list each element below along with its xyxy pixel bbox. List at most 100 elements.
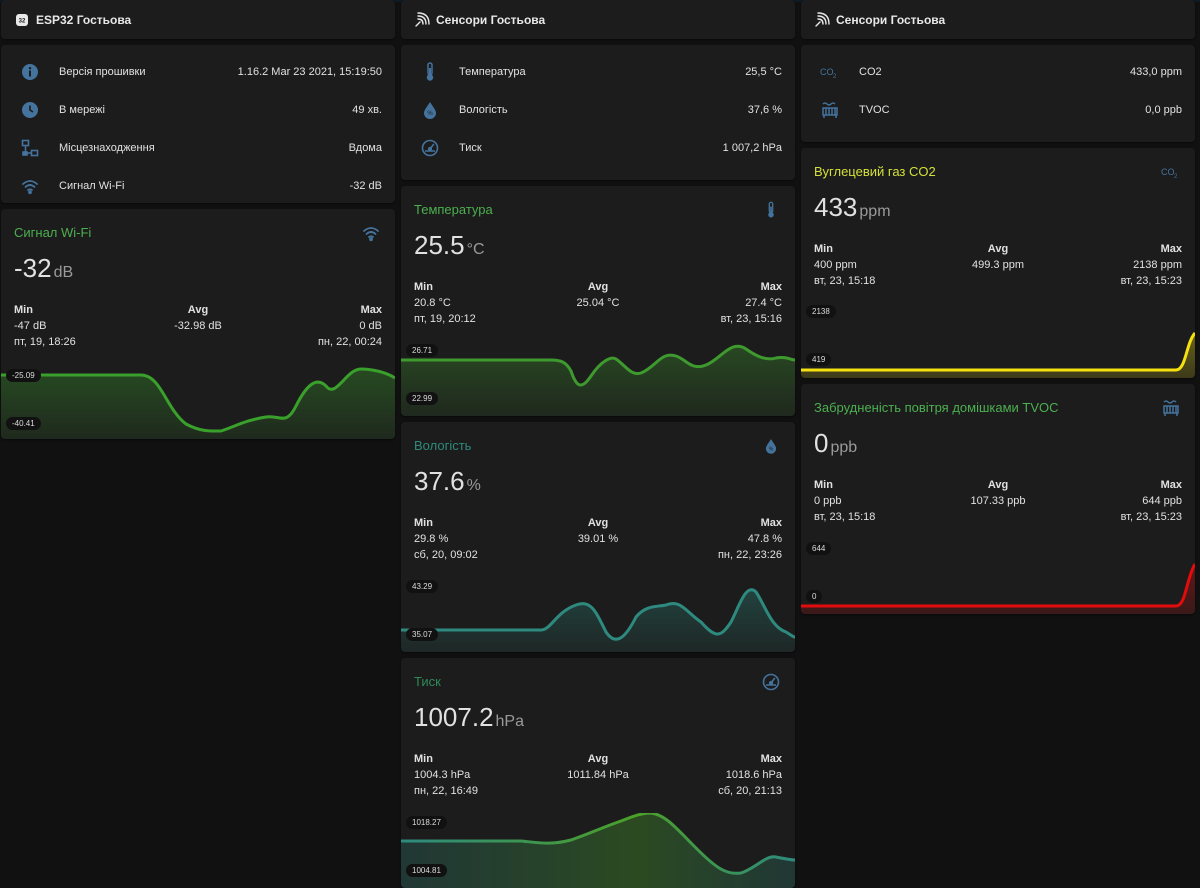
svg-text:32: 32 bbox=[19, 18, 26, 24]
info-icon bbox=[18, 60, 42, 84]
pressure-sensor-card[interactable]: Тиск 1007.2 hPa Min 1004.3 hPa пн, 22, 16:4… bbox=[401, 658, 795, 888]
entity-row-uptime[interactable]: В мережі 49 хв. bbox=[1, 91, 395, 129]
entities-card: Версія прошивки 1.16.2 Mar 23 2021, 15:1… bbox=[1, 45, 395, 203]
tvoc-sensor-card[interactable]: Забрудненість повітря домішками TVOC 0 pp… bbox=[801, 384, 1195, 614]
history-graph bbox=[801, 563, 1195, 614]
humidity-sensor-card[interactable]: Вологість % 37.6% Min 29.8 % сб, 20, 09:02… bbox=[401, 422, 795, 652]
temperature-sensor-card[interactable]: Температура 25.5 °C Min 20.8 °C пт, 19, 20:… bbox=[401, 186, 795, 416]
card-title: Вуглецевий газ CO2 bbox=[814, 164, 936, 179]
card-title: Забрудненість повітря домішками TVOC bbox=[814, 400, 1059, 415]
card-title: Вологість bbox=[414, 438, 472, 453]
entity-value: 37,6 % bbox=[747, 104, 782, 116]
clock-icon bbox=[18, 98, 42, 122]
card-title: Сигнал Wi-Fi bbox=[14, 225, 92, 240]
svg-text:CO: CO bbox=[820, 67, 834, 77]
header-title: ESP32 Гостьова bbox=[36, 12, 132, 27]
graph-label-top: 26.71 bbox=[406, 344, 439, 357]
current-value: 37.6% bbox=[414, 466, 481, 496]
svg-text:2: 2 bbox=[833, 74, 837, 79]
thermometer-icon bbox=[418, 60, 442, 84]
entity-value: 49 хв. bbox=[352, 104, 382, 116]
entity-value: -32 dB bbox=[349, 180, 382, 192]
air-filter-icon bbox=[1161, 398, 1181, 418]
graph-label-bottom: 1004.81 bbox=[406, 864, 447, 877]
current-value: 433 ppm bbox=[814, 192, 891, 222]
graph-label-top: 2138 bbox=[806, 305, 836, 318]
header-card: 32 ESP32 Гостьова bbox=[1, 0, 395, 39]
graph-label-top: 43.29 bbox=[406, 580, 439, 593]
entity-value: Вдома bbox=[348, 142, 382, 154]
header-card: Сенсори Гостьова bbox=[401, 0, 795, 39]
entity-label: Місцезнаходження bbox=[59, 142, 155, 154]
column-esp32: 32 ESP32 Гостьова Версія прошивки 1.16.2… bbox=[1, 0, 395, 439]
entity-value: 1 007,2 hPa bbox=[722, 142, 782, 154]
co2-sensor-card[interactable]: Вуглецевий газ CO2 CO 2 433 ppm Min 400 ppm… bbox=[801, 148, 1195, 378]
current-value: 25.5 °C bbox=[414, 230, 485, 260]
entity-label: В мережі bbox=[59, 104, 105, 116]
entity-label: TVOC bbox=[859, 104, 890, 116]
thermometer-icon bbox=[761, 200, 781, 220]
wifi-icon bbox=[361, 223, 381, 243]
entity-label: Тиск bbox=[459, 142, 482, 154]
current-value: 0 ppb bbox=[814, 428, 858, 458]
card-title: Тиск bbox=[414, 674, 441, 689]
co2-icon: CO 2 bbox=[1161, 162, 1181, 182]
entity-label: CO2 bbox=[859, 66, 882, 78]
entity-row-co2[interactable]: CO 2 CO2 433,0 ppm bbox=[801, 53, 1195, 91]
entities-card: Температура 25,5 °C % Вологість 37,6 % Т… bbox=[401, 45, 795, 180]
entity-row-firmware[interactable]: Версія прошивки 1.16.2 Mar 23 2021, 15:1… bbox=[1, 53, 395, 91]
current-value: -32 dB bbox=[14, 253, 74, 283]
entity-row-temperature[interactable]: Температура 25,5 °C bbox=[401, 53, 795, 91]
history-graph bbox=[1, 367, 395, 439]
graph-label-top: 1018.27 bbox=[406, 816, 447, 829]
svg-text:%: % bbox=[427, 111, 433, 117]
wifi-sensor-card[interactable]: Сигнал Wi-Fi -32 dB Min -47 dB пт, 19, 18:2… bbox=[1, 209, 395, 439]
header-title: Сенсори Гостьова bbox=[436, 12, 546, 27]
entity-label: Вологість bbox=[459, 104, 508, 116]
entity-label: Версія прошивки bbox=[59, 66, 146, 78]
entity-label: Сигнал Wi-Fi bbox=[59, 180, 125, 192]
history-graph bbox=[401, 344, 795, 416]
co2-icon: CO 2 bbox=[818, 60, 842, 84]
entity-value: 25,5 °C bbox=[745, 66, 782, 78]
graph-label-top: -25.09 bbox=[6, 369, 41, 382]
chip-icon: 32 bbox=[14, 12, 30, 28]
entity-row-humidity[interactable]: % Вологість 37,6 % bbox=[401, 91, 795, 129]
entity-row-tvoc[interactable]: TVOC 0,0 ppb bbox=[801, 91, 1195, 129]
svg-text:%: % bbox=[769, 446, 774, 452]
card-title: Температура bbox=[414, 202, 493, 217]
air-filter-icon bbox=[818, 98, 842, 122]
graph-label-bottom: 419 bbox=[806, 353, 832, 366]
header-card: Сенсори Гостьова bbox=[801, 0, 1195, 39]
svg-text:CO: CO bbox=[1161, 167, 1175, 177]
graph-label-bottom: 22.99 bbox=[406, 392, 439, 405]
sensors-icon bbox=[814, 11, 830, 28]
history-graph bbox=[801, 331, 1195, 378]
entity-value: 1.16.2 Mar 23 2021, 15:19:50 bbox=[237, 66, 382, 78]
svg-text:2: 2 bbox=[1174, 174, 1178, 179]
header-title: Сенсори Гостьова bbox=[836, 12, 946, 27]
entity-row-wifi[interactable]: Сигнал Wi-Fi -32 dB bbox=[1, 167, 395, 203]
entity-row-pressure[interactable]: Тиск 1 007,2 hPa bbox=[401, 129, 795, 167]
entity-label: Температура bbox=[459, 66, 526, 78]
history-graph bbox=[401, 588, 795, 652]
column-air-quality: Сенсори Гостьова CO 2 CO2 433,0 ppm TVOC … bbox=[801, 0, 1195, 614]
entities-card: CO 2 CO2 433,0 ppm TVOC 0,0 ppb bbox=[801, 45, 1195, 142]
entity-value: 0,0 ppb bbox=[1145, 104, 1182, 116]
graph-label-top: 644 bbox=[806, 542, 832, 555]
gauge-icon bbox=[761, 672, 781, 692]
water-icon: % bbox=[761, 436, 781, 456]
current-value: 1007.2 hPa bbox=[414, 702, 524, 732]
history-graph bbox=[401, 813, 795, 888]
graph-label-bottom: 35.07 bbox=[406, 628, 439, 641]
entity-value: 433,0 ppm bbox=[1130, 66, 1182, 78]
entity-row-location[interactable]: Місцезнаходження Вдома bbox=[1, 129, 395, 167]
graph-label-bottom: -40.41 bbox=[6, 417, 41, 430]
water-icon: % bbox=[418, 98, 442, 122]
graph-label-bottom: 0 bbox=[806, 590, 823, 603]
gauge-icon bbox=[418, 136, 442, 160]
wifi-icon bbox=[18, 174, 42, 198]
network-icon bbox=[18, 136, 42, 160]
column-sensors: Сенсори Гостьова Температура 25,5 °C % В… bbox=[401, 0, 795, 888]
sensors-icon bbox=[414, 11, 430, 28]
